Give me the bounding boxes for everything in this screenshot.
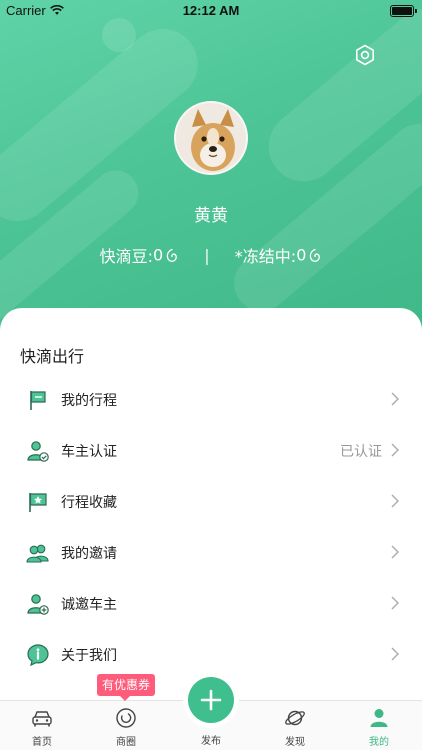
tab-label: 我的: [369, 737, 389, 748]
car-icon: [32, 711, 52, 727]
frozen-label: *冻结中:: [234, 247, 297, 266]
info-bubble-icon: [27, 644, 49, 667]
username: 黄黄: [194, 206, 228, 226]
tab-mine[interactable]: 我的: [349, 701, 409, 750]
menu-item-my-invitations[interactable]: 我的邀请: [0, 528, 422, 578]
tab-label: 发布: [201, 736, 221, 747]
section-title: 快滴出行: [20, 347, 85, 366]
star-flag-icon: [29, 493, 47, 512]
verification-status: 已认证: [340, 444, 382, 460]
user-verified-icon: [27, 441, 49, 462]
menu-item-label: 诚邀车主: [61, 597, 117, 613]
user-add-icon: [27, 594, 49, 615]
menu-item-label: 我的行程: [61, 393, 117, 409]
status-bar: Carrier 12:12 AM: [0, 0, 422, 22]
bean-icon: [310, 248, 321, 262]
tab-discover[interactable]: 发现: [265, 701, 325, 750]
menu-item-label: 关于我们: [61, 648, 117, 664]
bean-icon: [166, 248, 178, 262]
settings-gear-icon[interactable]: [353, 43, 377, 67]
frozen-value: 0: [296, 245, 307, 265]
chevron-right-icon: [391, 596, 399, 610]
chevron-right-icon: [391, 494, 399, 508]
tab-label: 发现: [285, 737, 305, 748]
tab-home[interactable]: 首页: [12, 701, 72, 750]
points-summary: 快滴豆:0 | *冻结中:0: [0, 243, 422, 267]
clock: 12:12 AM: [182, 3, 240, 18]
menu-item-invite-drivers[interactable]: 诚邀车主: [0, 579, 422, 629]
coupon-badge[interactable]: 有优惠券: [97, 674, 155, 701]
chevron-right-icon: [391, 647, 399, 661]
menu-item-about-us[interactable]: 关于我们: [0, 630, 422, 680]
menu-item-label: 我的邀请: [61, 546, 117, 562]
menu-item-trip-favorites[interactable]: 行程收藏: [0, 477, 422, 527]
tab-label: 商圈: [116, 737, 136, 748]
publish-button[interactable]: [188, 677, 234, 723]
chevron-right-icon: [391, 545, 399, 559]
menu-item-driver-verification[interactable]: 车主认证 已认证: [0, 426, 422, 476]
users-icon: [26, 544, 49, 563]
stats-separator: |: [204, 245, 210, 265]
beans-label: 快滴豆:: [99, 247, 154, 266]
battery-icon: [390, 5, 417, 17]
menu-item-label: 车主认证: [61, 444, 117, 460]
menu-card: 快滴出行 我的行程 车主认证 已认证 行程收藏 我的邀请 诚邀车主 关于我们: [0, 308, 422, 700]
avatar[interactable]: [174, 101, 248, 175]
planet-icon: [285, 710, 305, 726]
beans-value: 0: [153, 245, 164, 265]
tab-label: 首页: [32, 737, 52, 748]
plus-icon: [200, 689, 222, 711]
person-icon: [370, 709, 388, 727]
chevron-right-icon: [391, 392, 399, 406]
menu-item-label: 行程收藏: [61, 495, 117, 511]
chevron-right-icon: [391, 443, 399, 457]
tab-business-circle[interactable]: 商圈: [96, 701, 156, 750]
flag-icon: [30, 391, 46, 410]
decor-circle: [102, 18, 136, 52]
menu-item-my-trips[interactable]: 我的行程: [0, 375, 422, 425]
circle-icon: [116, 708, 136, 728]
